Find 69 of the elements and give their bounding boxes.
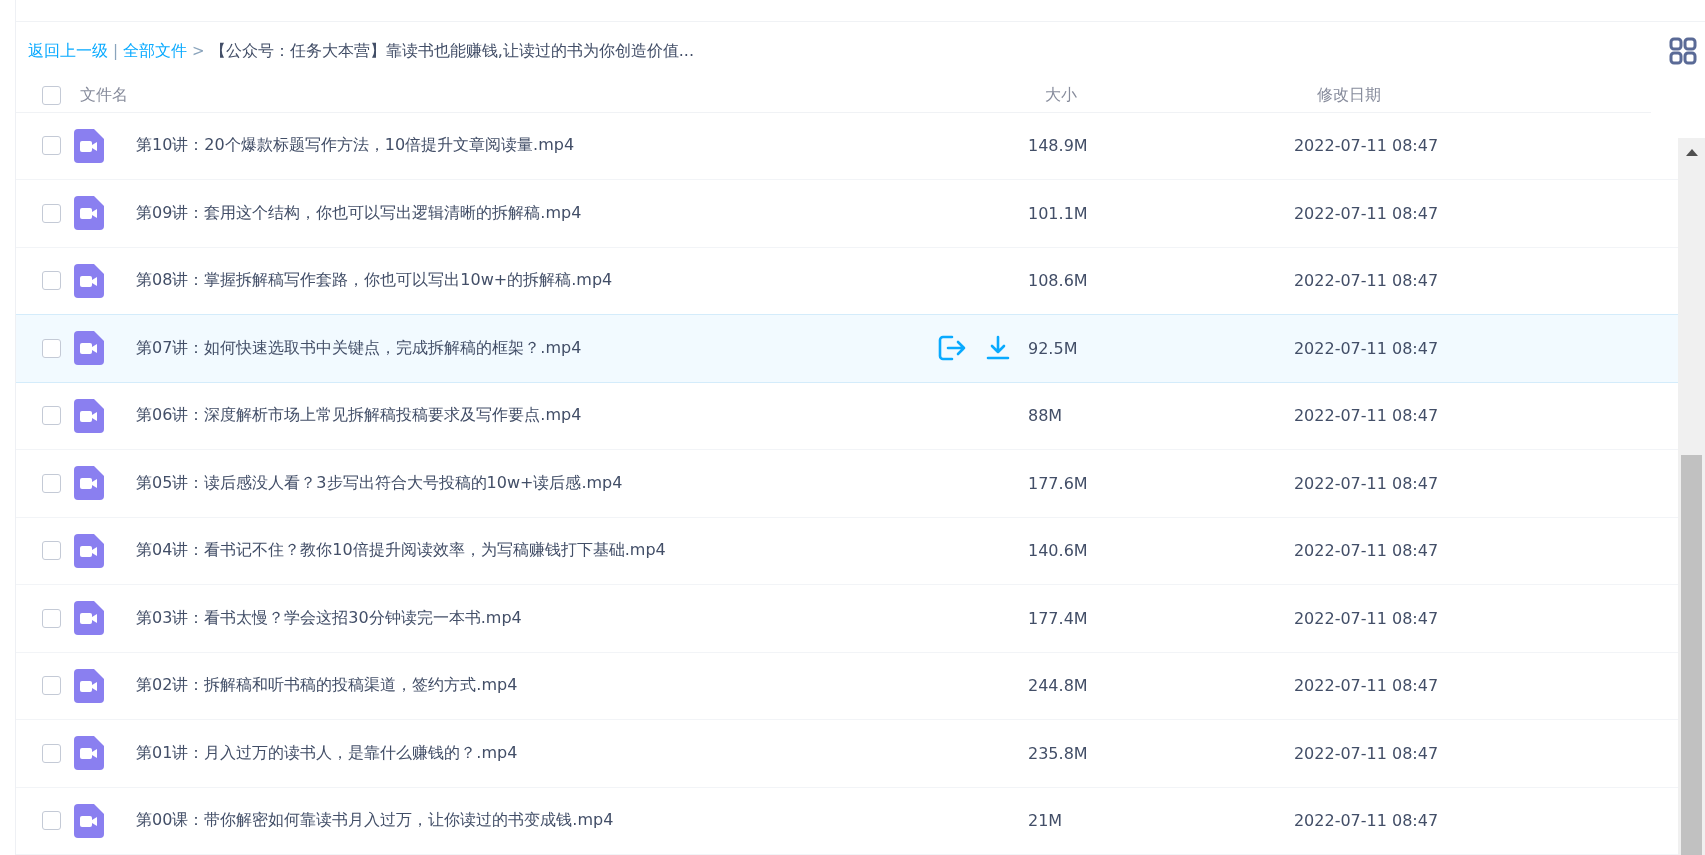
- row-checkbox[interactable]: [41, 136, 61, 156]
- modified-date: 2022-07-11 08:47: [1293, 811, 1439, 831]
- scrollbar-thumb[interactable]: [1681, 455, 1702, 855]
- video-file-icon: [74, 263, 104, 298]
- modified-date: 2022-07-11 08:47: [1293, 338, 1439, 358]
- row-checkbox[interactable]: [41, 203, 61, 223]
- file-size: 101.1M: [1028, 203, 1089, 223]
- row-checkbox[interactable]: [41, 338, 61, 358]
- row-checkbox[interactable]: [41, 608, 61, 628]
- row-checkbox[interactable]: [41, 271, 61, 291]
- column-header: 文件名: [79, 85, 129, 107]
- file-name: 第06讲：深度解析市场上常见拆解稿投稿要求及写作要点.mp4: [135, 405, 583, 427]
- row-checkbox[interactable]: [41, 541, 61, 561]
- share-icon[interactable]: [938, 335, 966, 362]
- file-name: 第00课：带你解密如何靠读书月入过万，让你读过的书变成钱.mp4: [135, 810, 615, 832]
- file-name: 第10讲：20个爆款标题写作方法，10倍提升文章阅读量.mp4: [135, 135, 576, 157]
- file-size: 235.8M: [1028, 743, 1089, 763]
- file-size: 244.8M: [1028, 676, 1089, 696]
- video-file-icon: [74, 196, 104, 231]
- file-name: 第08讲：掌握拆解稿写作套路，你也可以写出10w+的拆解稿.mp4: [135, 270, 614, 292]
- file-size: 21M: [1028, 811, 1064, 831]
- modified-date: 2022-07-11 08:47: [1293, 136, 1439, 156]
- modified-date: 2022-07-11 08:47: [1293, 608, 1439, 628]
- file-row[interactable]: 第07讲：如何快速选取书中关键点，完成拆解稿的框架？.mp4 92.5M 2022-07-11 08:47: [16, 314, 1678, 383]
- modified-date: 2022-07-11 08:47: [1293, 203, 1439, 223]
- file-name: 第03讲：看书太慢？学会这招30分钟读完一本书.mp4: [135, 607, 523, 629]
- grid-view-icon[interactable]: [1669, 37, 1697, 65]
- file-name: 第07讲：如何快速选取书中关键点，完成拆解稿的框架？.mp4: [135, 337, 583, 359]
- row-checkbox[interactable]: [41, 473, 61, 493]
- video-file-icon: [74, 331, 104, 366]
- file-size: 108.6M: [1028, 271, 1089, 291]
- file-size: 177.6M: [1028, 473, 1089, 493]
- video-file-icon: [74, 601, 104, 636]
- video-file-icon: [74, 398, 104, 433]
- file-size: 88M: [1028, 406, 1064, 426]
- file-name: 第04讲：看书记不住？教你10倍提升阅读效率，为写稿赚钱打下基础.mp4: [135, 540, 667, 562]
- scrollbar[interactable]: [1678, 138, 1705, 855]
- modified-date: 2022-07-11 08:47: [1293, 541, 1439, 561]
- current-folder: 【公众号：任务大本营】靠读书也能赚钱,让读过的书为你创造价值...: [209, 40, 694, 62]
- video-file-icon: [74, 736, 104, 771]
- scroll-up-icon[interactable]: [1685, 148, 1698, 156]
- modified-date: 2022-07-11 08:47: [1293, 743, 1439, 763]
- file-size: 92.5M: [1028, 338, 1079, 358]
- file-name: 第01讲：月入过万的读书人，是靠什么赚钱的？.mp4: [135, 742, 519, 764]
- file-name: 第02讲：拆解稿和听书稿的投稿渠道，签约方式.mp4: [135, 675, 519, 697]
- file-name: 第05讲：读后感没人看？3步写出符合大号投稿的10w+读后感.mp4: [135, 472, 624, 494]
- video-file-icon: [74, 533, 104, 568]
- row-checkbox[interactable]: [41, 676, 61, 696]
- breadcrumb-separator: |: [113, 42, 119, 60]
- video-file-icon: [74, 668, 104, 703]
- file-size: 140.6M: [1028, 541, 1089, 561]
- modified-date: 2022-07-11 08:47: [1293, 271, 1439, 291]
- video-file-icon: [74, 466, 104, 501]
- breadcrumb-arrow: >: [192, 42, 205, 60]
- modified-date: 2022-07-11 08:47: [1293, 406, 1439, 426]
- file-name: 第09讲：套用这个结构，你也可以写出逻辑清晰的拆解稿.mp4: [135, 202, 583, 224]
- row-checkbox[interactable]: [41, 811, 61, 831]
- video-file-icon: [74, 803, 104, 838]
- video-file-icon: [74, 128, 104, 163]
- column-header: 大小: [1044, 85, 1078, 107]
- download-icon[interactable]: [986, 335, 1010, 362]
- row-checkbox[interactable]: [41, 406, 61, 426]
- select-all-checkbox[interactable]: [41, 86, 61, 106]
- column-header: 修改日期: [1317, 85, 1381, 107]
- file-size: 148.9M: [1028, 136, 1089, 156]
- modified-date: 2022-07-11 08:47: [1293, 473, 1439, 493]
- file-size: 177.4M: [1028, 608, 1089, 628]
- row-checkbox[interactable]: [41, 743, 61, 763]
- modified-date: 2022-07-11 08:47: [1293, 676, 1439, 696]
